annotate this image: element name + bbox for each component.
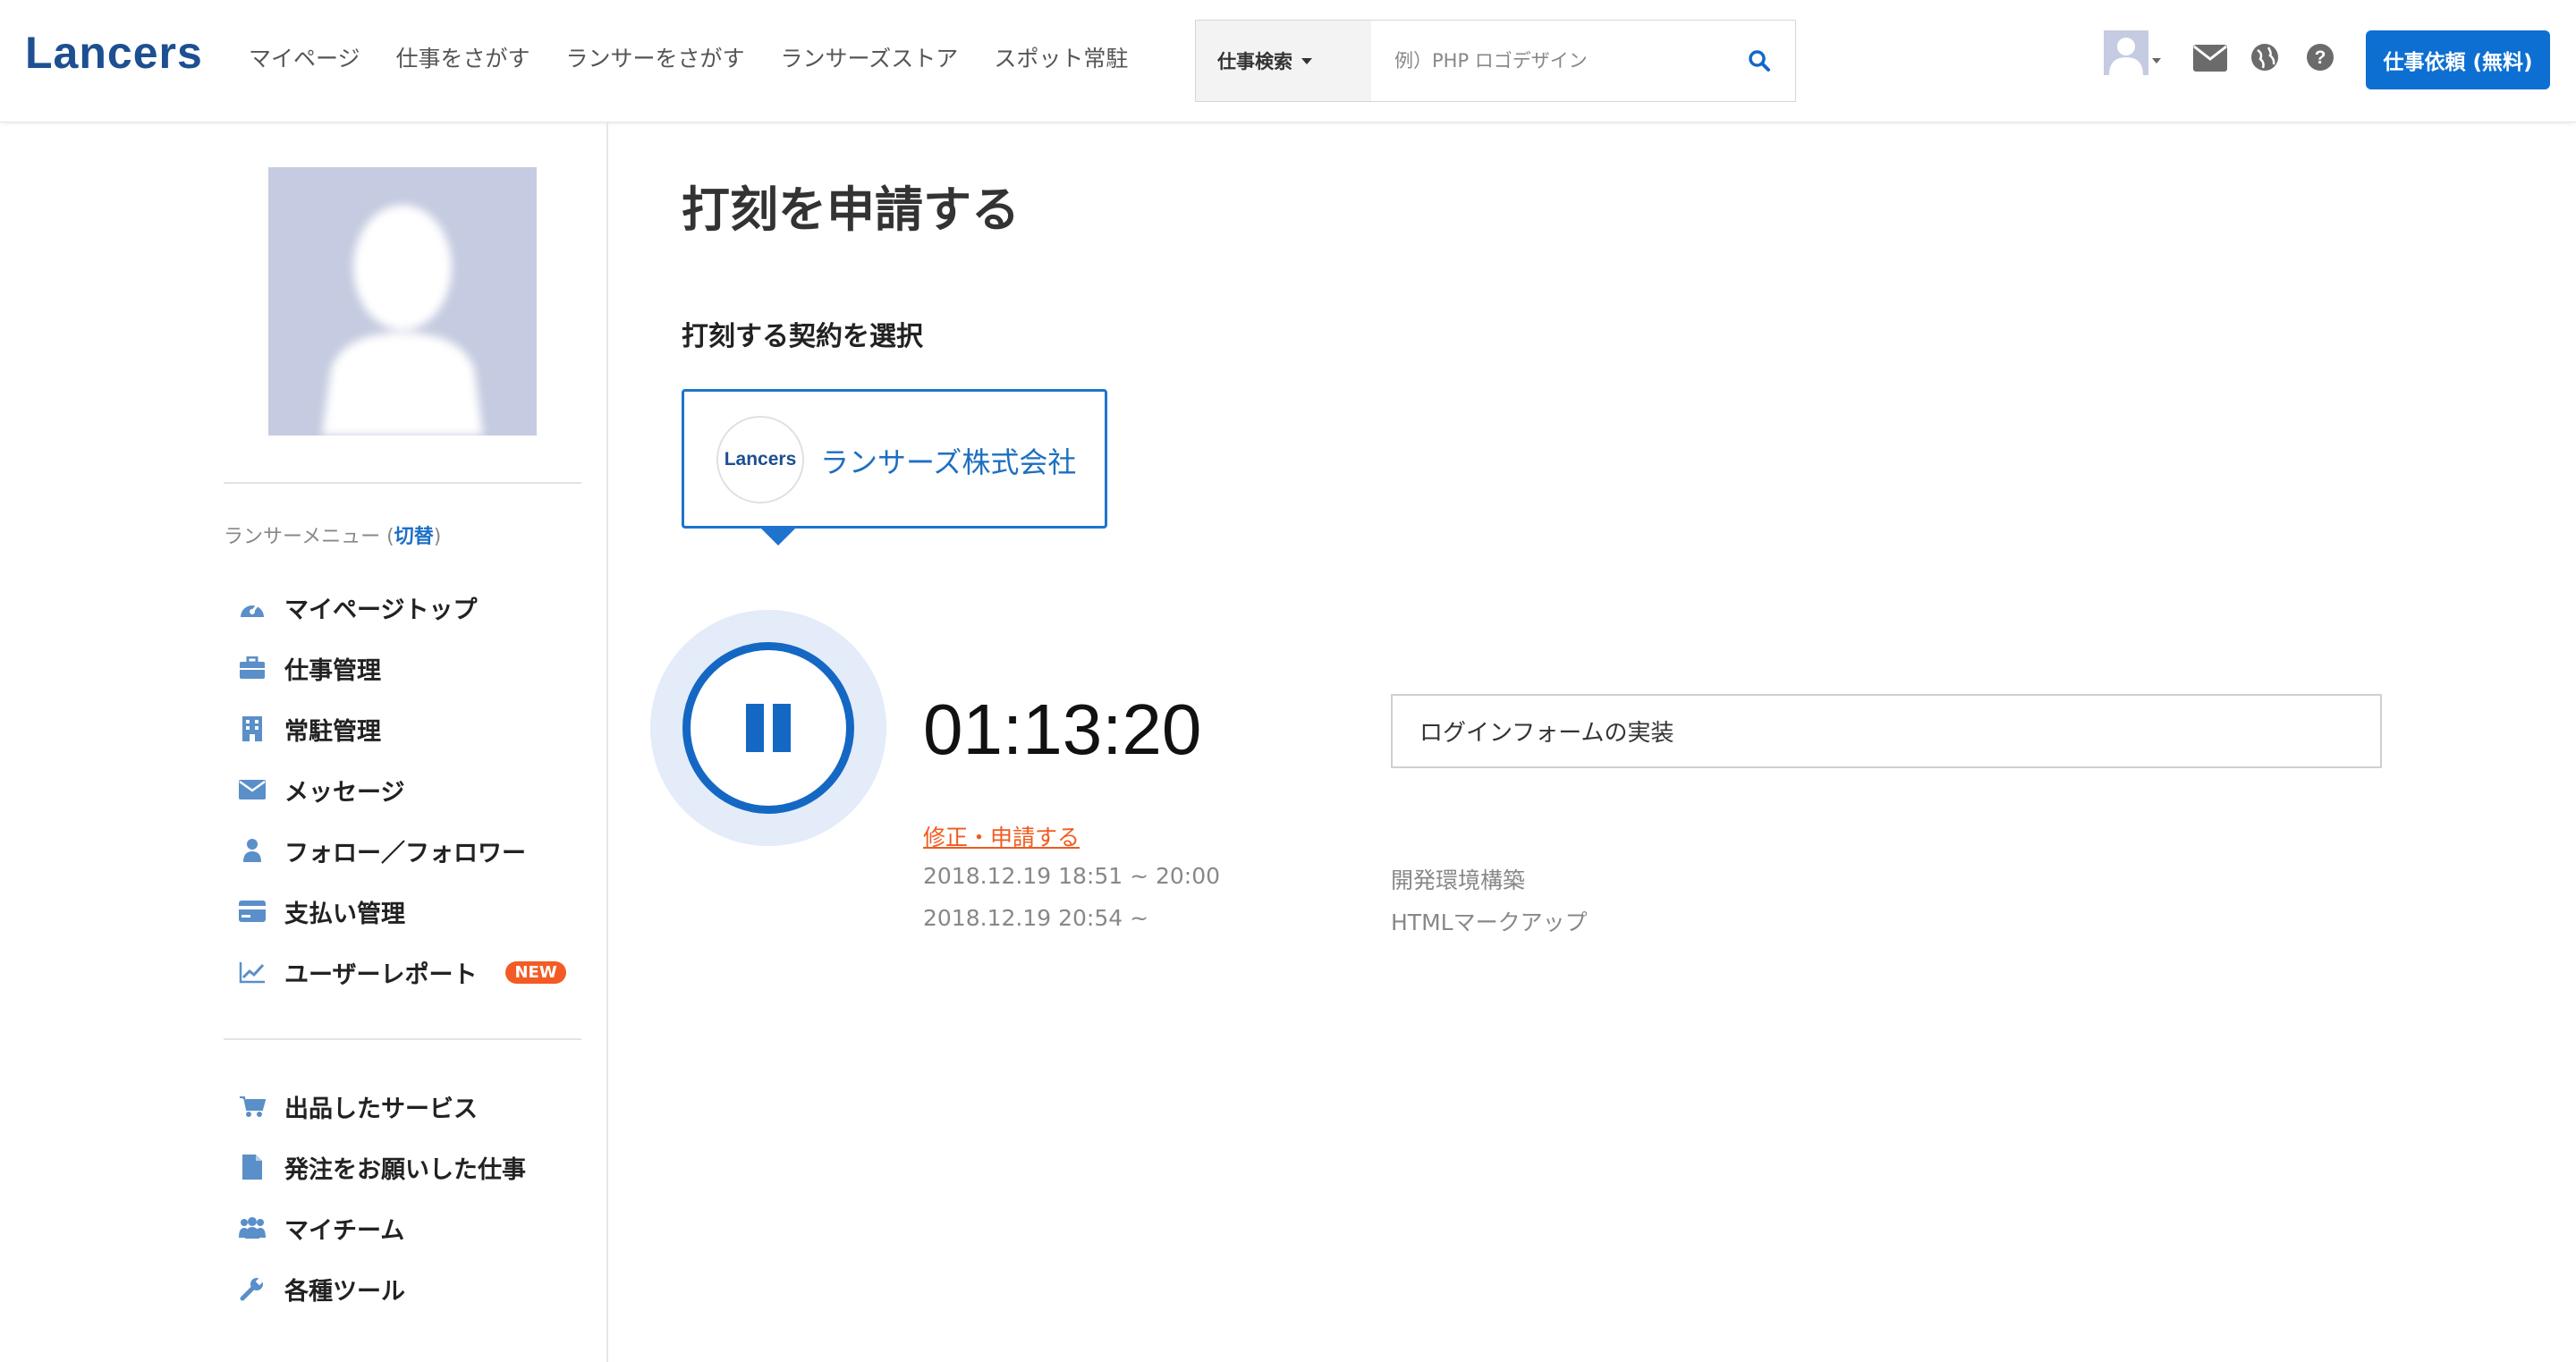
search-button[interactable]	[1724, 21, 1795, 101]
nav-spot[interactable]: スポット常駐	[994, 41, 1128, 73]
sidebar-item-ordered-jobs[interactable]: 発注をお願いした仕事	[238, 1149, 526, 1185]
sidebar-divider	[224, 1038, 581, 1040]
document-icon	[238, 1153, 267, 1181]
sidebar-item-label: ユーザーレポート	[284, 960, 478, 989]
envelope-icon	[238, 775, 267, 804]
search-category-dropdown[interactable]: 仕事検索	[1196, 21, 1371, 101]
credit-card-icon	[238, 897, 267, 926]
entry-time: 2018.12.19 20:54 ~	[923, 905, 1149, 931]
entry-task: HTMLマークアップ	[1391, 909, 1588, 935]
sidebar-item-label: 発注をお願いした仕事	[284, 1155, 526, 1184]
lancers-logo[interactable]: Lancers	[25, 27, 203, 79]
post-job-button[interactable]: 仕事依頼 (無料)	[2366, 30, 2550, 89]
company-logo: Lancers	[716, 416, 804, 503]
globe-icon	[2251, 44, 2278, 71]
user-menu[interactable]	[2104, 30, 2163, 80]
sidebar-item-label: 出品したサービス	[284, 1095, 478, 1123]
building-icon	[238, 715, 267, 743]
sidebar-item-tools[interactable]: 各種ツール	[238, 1271, 405, 1307]
search-category-label: 仕事検索	[1217, 51, 1292, 72]
sidebar-item-label: マイページトップ	[284, 596, 478, 624]
language-button[interactable]	[2250, 43, 2279, 75]
top-header: Lancers マイページ 仕事をさがす ランサーをさがす ランサーズストア ス…	[0, 0, 2576, 123]
sidebar-item-mypage-top[interactable]: マイページトップ	[238, 589, 477, 625]
timer-ring	[650, 610, 886, 846]
sidebar-item-payments[interactable]: 支払い管理	[238, 893, 405, 929]
sidebar-item-label: 各種ツール	[284, 1277, 405, 1306]
profile-avatar[interactable]	[268, 167, 537, 436]
search-bar: 仕事検索	[1195, 20, 1796, 102]
caret-down-icon	[1301, 57, 1312, 64]
search-input[interactable]	[1371, 21, 1724, 101]
sidebar-item-user-report[interactable]: ユーザーレポート NEW	[238, 954, 566, 990]
sidebar-item-follow[interactable]: フォロー／フォロワー	[238, 833, 526, 868]
entry-task: 開発環境構築	[1391, 867, 1526, 893]
sidebar-item-label: 仕事管理	[284, 656, 381, 685]
search-icon	[1749, 50, 1770, 72]
contract-card-selected[interactable]: Lancers ランサーズ株式会社	[682, 389, 1107, 546]
pause-button[interactable]	[682, 642, 854, 814]
sidebar-item-label: フォロー／フォロワー	[284, 839, 526, 867]
elapsed-timer: 01:13:20	[923, 689, 1202, 769]
user-icon	[238, 836, 267, 865]
sidebar: ランサーメニュー (切替) マイページトップ 仕事管理 常駐管理 メッセージ フ…	[0, 123, 608, 1362]
sidebar-item-my-team[interactable]: マイチーム	[238, 1210, 404, 1246]
help-icon: ?	[2307, 44, 2334, 71]
nav-find-jobs[interactable]: 仕事をさがす	[396, 41, 530, 73]
messages-button[interactable]	[2193, 45, 2227, 75]
cart-icon	[238, 1092, 267, 1121]
pause-icon	[773, 704, 791, 752]
lancer-menu-title: ランサーメニュー (切替)	[224, 526, 442, 548]
sidebar-item-job-management[interactable]: 仕事管理	[238, 650, 381, 686]
pause-icon	[746, 704, 764, 752]
nav-store[interactable]: ランサーズストア	[781, 41, 959, 73]
page-title: 打刻を申請する	[682, 182, 1020, 238]
sidebar-item-label: メッセージ	[284, 778, 405, 807]
sidebar-item-listed-services[interactable]: 出品したサービス	[238, 1088, 478, 1124]
entry-time: 2018.12.19 18:51 ~ 20:00	[923, 863, 1221, 889]
sidebar-item-label: 支払い管理	[284, 900, 405, 928]
nav-find-lancers[interactable]: ランサーをさがす	[566, 41, 745, 73]
wrench-icon	[238, 1274, 267, 1303]
sidebar-item-messages[interactable]: メッセージ	[238, 772, 404, 808]
sidebar-item-label: マイチーム	[284, 1216, 405, 1245]
edit-apply-link[interactable]: 修正・申請する	[923, 820, 1080, 852]
sidebar-item-label: 常駐管理	[284, 717, 381, 746]
company-name: ランサーズ株式会社	[820, 445, 1077, 479]
team-icon	[238, 1214, 267, 1242]
briefcase-icon	[238, 654, 267, 682]
task-description-input[interactable]	[1391, 694, 2382, 768]
main-nav: マイページ 仕事をさがす ランサーをさがす ランサーズストア スポット常駐	[249, 41, 1164, 73]
help-button[interactable]: ?	[2306, 43, 2334, 75]
sidebar-divider	[224, 482, 581, 484]
avatar-icon	[2104, 30, 2161, 75]
dashboard-icon	[238, 593, 267, 622]
svg-text:?: ?	[2315, 47, 2326, 68]
line-chart-icon	[238, 958, 267, 986]
mail-icon	[2193, 45, 2227, 72]
person-silhouette-icon	[322, 205, 483, 436]
sidebar-item-resident-management[interactable]: 常駐管理	[238, 711, 381, 747]
new-badge: NEW	[505, 960, 566, 984]
menu-switch-link[interactable]: 切替	[394, 526, 434, 548]
select-contract-label: 打刻する契約を選択	[682, 321, 923, 352]
nav-mypage[interactable]: マイページ	[249, 41, 360, 73]
